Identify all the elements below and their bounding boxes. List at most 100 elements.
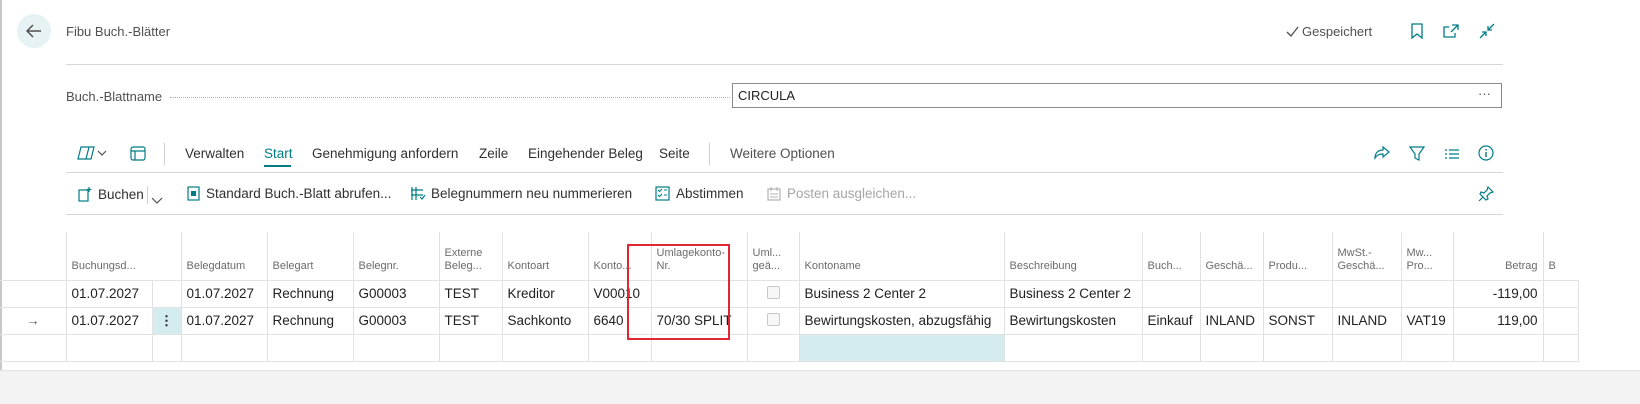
prompt-menu-button[interactable] [77,145,107,161]
cell-buch[interactable]: Einkauf [1141,306,1201,335]
cell-belegdatum[interactable]: 01.07.2027 [180,306,268,335]
table-row-empty[interactable] [0,333,1579,362]
standard-journal-button[interactable]: Standard Buch.-Blatt abrufen... [187,186,391,201]
table-row[interactable]: → 01.07.2027 ⋮ 01.07.2027 Rechnung G0000… [0,306,1579,335]
col-externe-line1: Externe [444,246,483,259]
col-belegdatum[interactable]: Belegdatum [180,232,267,280]
row-actions-menu-button[interactable]: ⋮ [151,306,182,335]
col-uml-geaendert[interactable]: Uml... geä... [746,232,799,280]
journal-lines-grid: Buchungsd... Belegdatum Belegart Belegnr… [0,232,1579,362]
col-buchungsart[interactable]: Buch... [1141,232,1200,280]
cell-belegnr[interactable]: G00003 [352,306,440,335]
cell-mwst[interactable] [1331,279,1402,308]
col-extra[interactable]: B [1542,232,1578,280]
cell-empty[interactable] [746,333,800,362]
cell-empty[interactable] [1262,333,1333,362]
journal-icon [187,186,200,201]
cell-empty[interactable] [1331,333,1402,362]
tab-start[interactable]: Start [264,146,293,161]
filter-icon[interactable] [1408,146,1426,166]
col-mwst-produkt[interactable]: Mw... Pro... [1400,232,1453,280]
cell-kontoart[interactable]: Sachkonto [501,306,589,335]
col-externe-line2: Beleg... [444,259,482,272]
cell-produ[interactable] [1262,279,1333,308]
col-betrag[interactable]: Betrag [1452,232,1543,280]
checkbox[interactable] [766,285,780,299]
cell-empty[interactable] [1199,333,1264,362]
col-belegnr[interactable]: Belegnr. [352,232,439,280]
grid-header-row: Buchungsd... Belegdatum Belegart Belegnr… [0,232,1578,280]
journal-name-input[interactable]: CIRCULA ··· [732,83,1502,108]
cell-belegdatum[interactable]: 01.07.2027 [180,279,268,308]
cell-uml-checkbox[interactable] [746,279,800,308]
buchen-button[interactable]: Buchen [78,186,144,202]
renumber-button[interactable]: Belegnummern neu nummerieren [410,186,632,201]
cell-empty[interactable] [1141,333,1201,362]
cell-empty[interactable] [266,333,354,362]
cell-betrag[interactable]: 119,00 [1452,306,1544,335]
lookup-ellipsis-button[interactable]: ··· [1478,86,1491,101]
cell-kontoname[interactable]: Bewirtungskosten, abzugsfähig [798,306,1005,335]
info-icon[interactable] [1478,145,1494,166]
cell-buch[interactable] [1141,279,1201,308]
cell-empty[interactable] [1452,333,1544,362]
col-externe-beleg[interactable]: Externe Beleg... [438,232,502,280]
cell-buchungsdatum[interactable]: 01.07.2027 [65,279,153,308]
cell-betrag[interactable]: -119,00 [1452,279,1544,308]
cell-empty[interactable] [180,333,268,362]
reconcile-button[interactable]: Abstimmen [655,186,744,201]
tab-eingehender-beleg[interactable]: Eingehender Beleg [528,146,643,161]
cell-empty[interactable] [1003,333,1143,362]
cell-buchungsdatum[interactable]: 01.07.2027 [65,306,153,335]
cell-belegnr[interactable]: G00003 [352,279,440,308]
share-icon[interactable] [1374,145,1390,165]
cell-externe[interactable]: TEST [438,279,503,308]
col-mwst-geschaeft[interactable]: MwSt.- Geschä... [1331,232,1401,280]
col-buchungsdatum[interactable]: Buchungsd... [65,232,152,280]
col-kontoart[interactable]: Kontoart [501,232,588,280]
checkbox[interactable] [766,312,780,326]
cell-beschreibung[interactable]: Bewirtungskosten [1003,306,1143,335]
cell-empty-selected[interactable] [798,333,1005,362]
cell-empty[interactable] [1400,333,1454,362]
table-row[interactable]: 01.07.2027 01.07.2027 Rechnung G00003 TE… [0,279,1579,308]
more-options-button[interactable]: Weitere Optionen [730,146,835,161]
cell-empty[interactable] [1542,333,1579,362]
bookmark-icon[interactable] [1408,22,1426,40]
tab-zeile[interactable]: Zeile [479,146,508,161]
back-button[interactable] [17,14,51,48]
buchen-dropdown-chevron-icon[interactable] [151,191,163,209]
cell-produ[interactable]: SONST [1262,306,1333,335]
cell-mwst[interactable]: INLAND [1331,306,1402,335]
col-geschaeftsbuchungsgruppe[interactable]: Geschä... [1199,232,1263,280]
cell-kontoart[interactable]: Kreditor [501,279,589,308]
tab-seite[interactable]: Seite [659,146,690,161]
cell-empty[interactable] [65,333,153,362]
edit-list-icon[interactable] [130,146,146,166]
open-new-window-icon[interactable] [1442,22,1460,40]
cell-mw[interactable] [1400,279,1454,308]
cell-belegart[interactable]: Rechnung [266,279,354,308]
cell-belegart[interactable]: Rechnung [266,306,354,335]
tab-genehmigung[interactable]: Genehmigung anfordern [312,146,458,161]
col-beschreibung[interactable]: Beschreibung [1003,232,1142,280]
cell-empty[interactable] [151,333,182,362]
cell-gesch[interactable]: INLAND [1199,306,1264,335]
col-belegart[interactable]: Belegart [266,232,353,280]
cell-kontoname[interactable]: Business 2 Center 2 [798,279,1005,308]
cell-uml-checkbox[interactable] [746,306,800,335]
cell-externe[interactable]: TEST [438,306,503,335]
col-produktbuchungsgruppe[interactable]: Produ... [1262,232,1332,280]
cell-beschreibung[interactable]: Business 2 Center 2 [1003,279,1143,308]
cell-mw[interactable]: VAT19 [1400,306,1454,335]
col-kontoname[interactable]: Kontoname [798,232,1004,280]
tab-verwalten[interactable]: Verwalten [185,146,244,161]
cell-empty[interactable] [438,333,503,362]
cell-empty[interactable] [352,333,440,362]
pin-icon[interactable] [1478,185,1495,207]
collapse-icon[interactable] [1478,22,1496,40]
page-title: Fibu Buch.-Blätter [66,24,171,39]
list-view-icon[interactable] [1444,148,1460,166]
cell-empty[interactable] [501,333,589,362]
cell-gesch[interactable] [1199,279,1264,308]
